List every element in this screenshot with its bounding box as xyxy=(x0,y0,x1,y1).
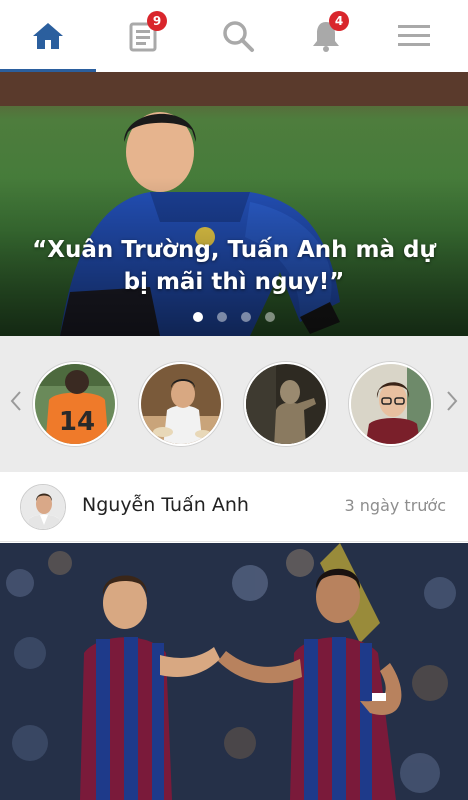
young-man-glasses-avatar xyxy=(351,364,431,444)
slide-indicator xyxy=(0,312,468,322)
tab-news[interactable] xyxy=(96,0,192,72)
author-carousel: 14 xyxy=(0,336,468,472)
slide-dot-3[interactable] xyxy=(241,312,251,322)
player-jersey-14-avatar: 14 xyxy=(35,364,115,444)
author-avatar-1[interactable]: 14 xyxy=(33,362,117,446)
slide-dot-1[interactable] xyxy=(193,312,203,322)
tab-search[interactable] xyxy=(190,0,286,72)
top-navigation: 9 4 xyxy=(0,0,468,72)
search-icon xyxy=(223,21,254,52)
notifications-badge: 4 xyxy=(329,11,349,31)
hero-headline: “Xuân Trường, Tuấn Anh mà dự bị mãi thì … xyxy=(32,237,436,295)
statue-avatar xyxy=(246,364,326,444)
tab-menu[interactable] xyxy=(366,0,462,72)
author-avatar-4[interactable] xyxy=(349,362,433,446)
tab-home[interactable] xyxy=(0,0,96,72)
carousel-prev-button[interactable] xyxy=(4,386,28,416)
carousel-next-button[interactable] xyxy=(440,386,464,416)
post-author-avatar[interactable] xyxy=(20,484,66,530)
slide-dot-4[interactable] xyxy=(265,312,275,322)
post-image[interactable] xyxy=(0,543,468,800)
post-author-name[interactable]: Nguyễn Tuấn Anh xyxy=(82,494,249,516)
news-badge: 9 xyxy=(147,11,167,31)
slide-dot-2[interactable] xyxy=(217,312,227,322)
tab-notifications[interactable] xyxy=(278,0,374,72)
post-header[interactable]: Nguyễn Tuấn Anh 3 ngày trước xyxy=(0,472,468,542)
home-icon xyxy=(33,23,63,49)
chevron-right-icon xyxy=(447,391,458,411)
football-players-photo xyxy=(0,543,468,800)
svg-text:14: 14 xyxy=(59,407,95,437)
author-avatar-2[interactable] xyxy=(139,362,223,446)
chevron-left-icon xyxy=(10,391,21,411)
hamburger-icon xyxy=(398,25,430,46)
post-timestamp: 3 ngày trước xyxy=(344,496,447,515)
author-avatar-3[interactable] xyxy=(244,362,328,446)
author-portrait-avatar xyxy=(21,485,65,529)
featured-article-hero[interactable]: “Xuân Trường, Tuấn Anh mà dự bị mãi thì … xyxy=(0,72,468,336)
man-at-table-avatar xyxy=(141,364,221,444)
